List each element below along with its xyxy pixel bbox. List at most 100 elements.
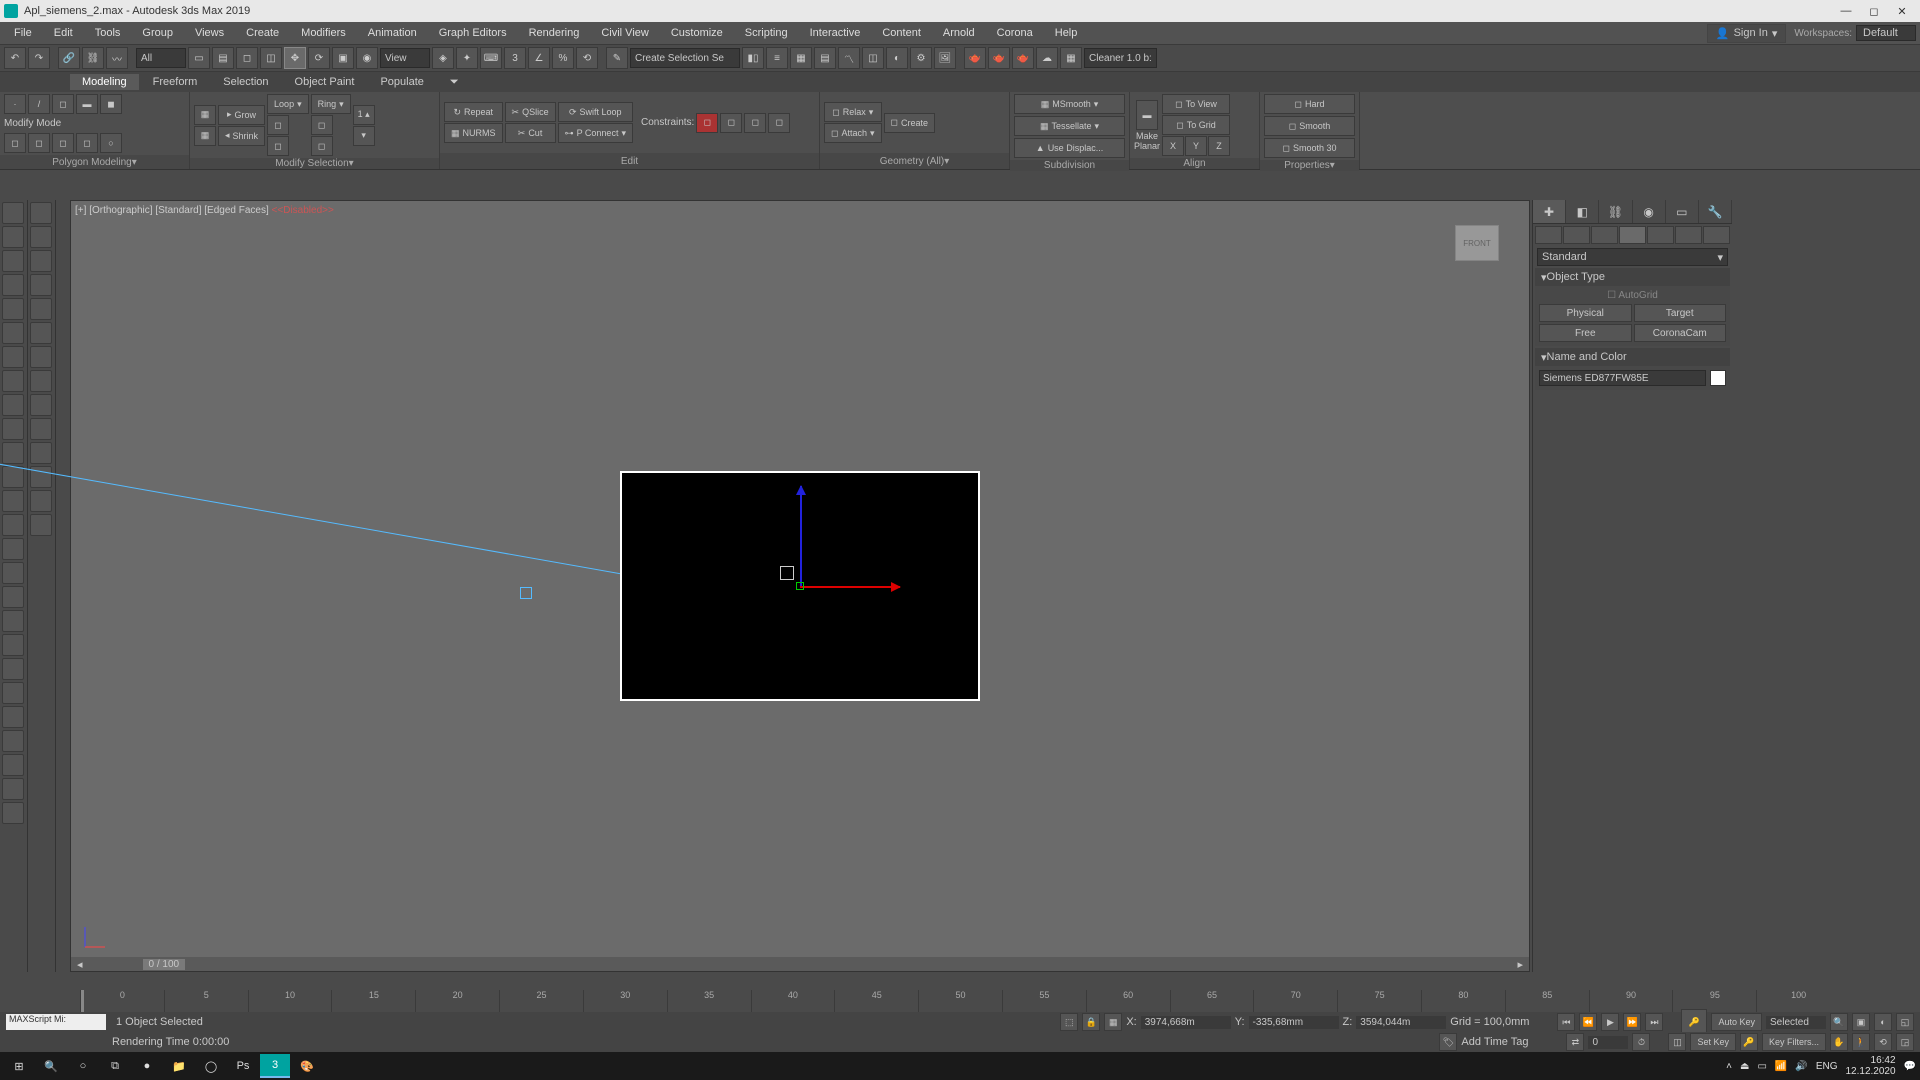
- paint-app[interactable]: 🎨: [292, 1054, 322, 1078]
- ltool-15[interactable]: [2, 538, 24, 560]
- spinner-snap-button[interactable]: ⟲: [576, 47, 598, 69]
- nav-zoomext-icon[interactable]: ◱: [1896, 1013, 1914, 1031]
- shrink-button[interactable]: ◂ Shrink: [218, 126, 265, 146]
- key-mode-dropdown[interactable]: Selected: [1766, 1016, 1826, 1029]
- select-scale-button[interactable]: ▣: [332, 47, 354, 69]
- panel-polygon-modeling[interactable]: Polygon Modeling ▾: [0, 155, 189, 169]
- poly-btn5[interactable]: ○: [100, 133, 122, 153]
- percent-snap-button[interactable]: %: [552, 47, 574, 69]
- play-button[interactable]: ▶: [1601, 1013, 1619, 1031]
- menu-rendering[interactable]: Rendering: [519, 25, 590, 41]
- time-tag-icon[interactable]: 🏷: [1439, 1033, 1457, 1051]
- preview-btn1[interactable]: ▦: [194, 105, 216, 125]
- menu-create[interactable]: Create: [236, 25, 289, 41]
- timeline-tick[interactable]: 5: [164, 990, 248, 1012]
- modsel-spin-dn[interactable]: ▾: [353, 126, 375, 146]
- start-button[interactable]: ⊞: [4, 1054, 34, 1078]
- timeline-tick[interactable]: 50: [918, 990, 1002, 1012]
- timeline-tick[interactable]: 25: [499, 990, 583, 1012]
- keyfilters-button[interactable]: Key Filters...: [1762, 1033, 1826, 1051]
- viewcube[interactable]: FRONT: [1455, 225, 1499, 261]
- close-button[interactable]: ✕: [1892, 3, 1912, 19]
- render-cloud-button[interactable]: ☁: [1036, 47, 1058, 69]
- ltool-1[interactable]: [2, 202, 24, 224]
- nav-orbit-icon[interactable]: ⟲: [1874, 1033, 1892, 1051]
- l2tool-14[interactable]: [30, 514, 52, 536]
- align-togrid-button[interactable]: ◻ To Grid: [1162, 115, 1230, 135]
- key-mode-icon[interactable]: 🔑: [1740, 1033, 1758, 1051]
- timeline-tick[interactable]: 30: [583, 990, 667, 1012]
- ltool-14[interactable]: [2, 514, 24, 536]
- create-button[interactable]: ◻ Create: [884, 113, 936, 133]
- ltool-12[interactable]: [2, 466, 24, 488]
- nurms-button[interactable]: ▦ NURMS: [444, 123, 503, 143]
- cut-button[interactable]: ✂ Cut: [505, 123, 556, 143]
- physical-camera-button[interactable]: Physical: [1539, 304, 1632, 322]
- subobj-border-button[interactable]: ◻: [52, 94, 74, 114]
- use-displacement-button[interactable]: ▲ Use Displac...: [1014, 138, 1125, 158]
- tray-up-icon[interactable]: ˄: [1726, 1061, 1732, 1072]
- ltool-19[interactable]: [2, 634, 24, 656]
- menu-group[interactable]: Group: [132, 25, 183, 41]
- panel-geometry[interactable]: Geometry (All) ▾: [820, 153, 1009, 169]
- menu-animation[interactable]: Animation: [358, 25, 427, 41]
- ltool-7[interactable]: [2, 346, 24, 368]
- render-setup-button[interactable]: ⚙: [910, 47, 932, 69]
- l2tool-8[interactable]: [30, 370, 52, 392]
- window-crossing-button[interactable]: ◫: [260, 47, 282, 69]
- l2tool-3[interactable]: [30, 250, 52, 272]
- tray-volume-icon[interactable]: 🔊: [1795, 1061, 1807, 1072]
- smooth30-button[interactable]: ◻ Smooth 30: [1264, 138, 1355, 158]
- menu-file[interactable]: File: [4, 25, 42, 41]
- 3dsmax-app[interactable]: 3: [260, 1054, 290, 1078]
- cameras-subtab[interactable]: [1619, 226, 1646, 244]
- nav-pan-icon[interactable]: ✋: [1830, 1033, 1848, 1051]
- key-filters-icon[interactable]: ◫: [1668, 1033, 1686, 1051]
- select-rotate-button[interactable]: ⟳: [308, 47, 330, 69]
- hard-button[interactable]: ◻ Hard: [1264, 94, 1355, 114]
- menu-grapheditors[interactable]: Graph Editors: [429, 25, 517, 41]
- create-tab[interactable]: ✚: [1533, 200, 1566, 223]
- ltool-25[interactable]: [2, 778, 24, 800]
- tab-freeform[interactable]: Freeform: [141, 74, 210, 90]
- nav-zoomall-icon[interactable]: ▣: [1852, 1013, 1870, 1031]
- subobj-edge-button[interactable]: /: [28, 94, 50, 114]
- utilities-tab[interactable]: 🔧: [1699, 200, 1732, 223]
- time-slider-thumb[interactable]: 0 / 100: [143, 959, 186, 970]
- ltool-11[interactable]: [2, 442, 24, 464]
- l2tool-2[interactable]: [30, 226, 52, 248]
- bind-button[interactable]: 〰: [106, 47, 128, 69]
- lock-selection-icon[interactable]: ⬚: [1060, 1013, 1078, 1031]
- minimize-button[interactable]: —: [1836, 3, 1856, 19]
- ltool-9[interactable]: [2, 394, 24, 416]
- maximize-button[interactable]: ◻: [1864, 3, 1884, 19]
- time-config-button[interactable]: ⏱: [1632, 1033, 1650, 1051]
- nav-walk-icon[interactable]: 🚶: [1852, 1033, 1870, 1051]
- tray-action-center-icon[interactable]: 💬: [1904, 1061, 1916, 1072]
- attach-button[interactable]: ◻ Attach ▾: [824, 123, 882, 143]
- z-coord[interactable]: 3594,044m: [1356, 1016, 1446, 1029]
- timeline-tick[interactable]: 15: [331, 990, 415, 1012]
- timeline-tick[interactable]: 45: [834, 990, 918, 1012]
- l2tool-7[interactable]: [30, 346, 52, 368]
- redo-button[interactable]: ↷: [28, 47, 50, 69]
- menu-content[interactable]: Content: [872, 25, 931, 41]
- corona-camera-button[interactable]: CoronaCam: [1634, 324, 1727, 342]
- select-region-rect-button[interactable]: ◻: [236, 47, 258, 69]
- make-planar-icon[interactable]: ▬: [1136, 100, 1158, 130]
- ring-opt2[interactable]: ◻: [311, 136, 333, 156]
- geom-subtab[interactable]: [1535, 226, 1562, 244]
- slider-right-icon[interactable]: ▸: [1517, 958, 1523, 971]
- menu-help[interactable]: Help: [1045, 25, 1088, 41]
- timeline-tick[interactable]: 40: [751, 990, 835, 1012]
- modify-tab[interactable]: ◧: [1566, 200, 1599, 223]
- nav-zoom-icon[interactable]: 🔍: [1830, 1013, 1848, 1031]
- time-slider-bar[interactable]: ◂ 0 / 100 ▸: [71, 957, 1529, 971]
- goto-start-button[interactable]: ⏮: [1557, 1013, 1575, 1031]
- l2tool-1[interactable]: [30, 202, 52, 224]
- l2tool-13[interactable]: [30, 490, 52, 512]
- photoshop-app[interactable]: Ps: [228, 1054, 258, 1078]
- constraint-edge-button[interactable]: ◻: [720, 113, 742, 133]
- relax-button[interactable]: ◻ Relax ▾: [824, 102, 882, 122]
- viewport-label[interactable]: [+] [Orthographic] [Standard] [Edged Fac…: [75, 205, 334, 216]
